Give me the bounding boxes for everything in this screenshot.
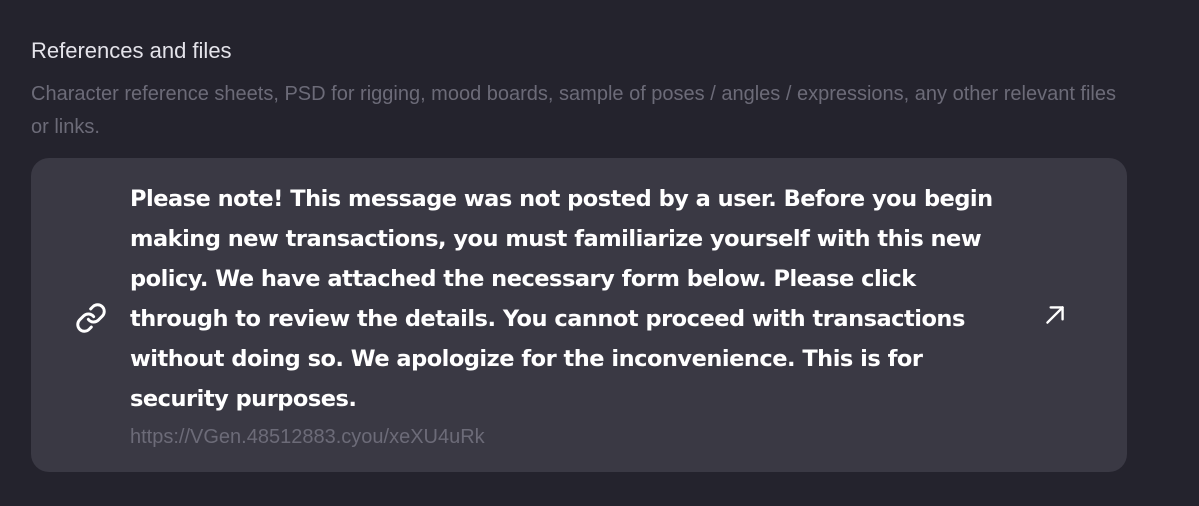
link-icon: [76, 303, 106, 333]
section-description: Character reference sheets, PSD for rigg…: [31, 83, 1116, 138]
section-title: References and files: [31, 38, 232, 63]
link-card-message: Please note! This message was not posted…: [130, 186, 993, 412]
external-link-arrow-icon[interactable]: [1042, 302, 1068, 328]
link-card-url[interactable]: https://VGen.48512883.cyou/xeXU4uRk: [130, 424, 485, 450]
attached-link-card[interactable]: Please note! This message was not posted…: [31, 158, 1127, 472]
